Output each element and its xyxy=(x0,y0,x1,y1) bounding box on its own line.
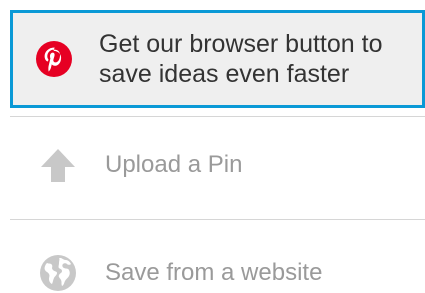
upload-pin-item[interactable]: Upload a Pin xyxy=(10,135,425,195)
save-from-website-item[interactable]: Save from a website xyxy=(10,240,425,293)
save-from-website-label: Save from a website xyxy=(105,259,323,286)
add-pin-menu: Get our browser button to save ideas eve… xyxy=(0,0,425,293)
upload-arrow-icon xyxy=(39,146,77,184)
divider xyxy=(10,219,425,220)
get-browser-button-label-line1: Get our browser button to xyxy=(99,30,383,58)
upload-pin-label: Upload a Pin xyxy=(105,151,243,178)
get-browser-button-label: Get our browser button to save ideas eve… xyxy=(99,29,382,89)
get-browser-button-label-line2: save ideas even faster xyxy=(99,60,350,88)
pinterest-logo-icon xyxy=(36,41,72,77)
globe-icon xyxy=(39,254,77,292)
get-browser-button-item[interactable]: Get our browser button to save ideas eve… xyxy=(10,10,425,108)
divider xyxy=(10,116,425,117)
